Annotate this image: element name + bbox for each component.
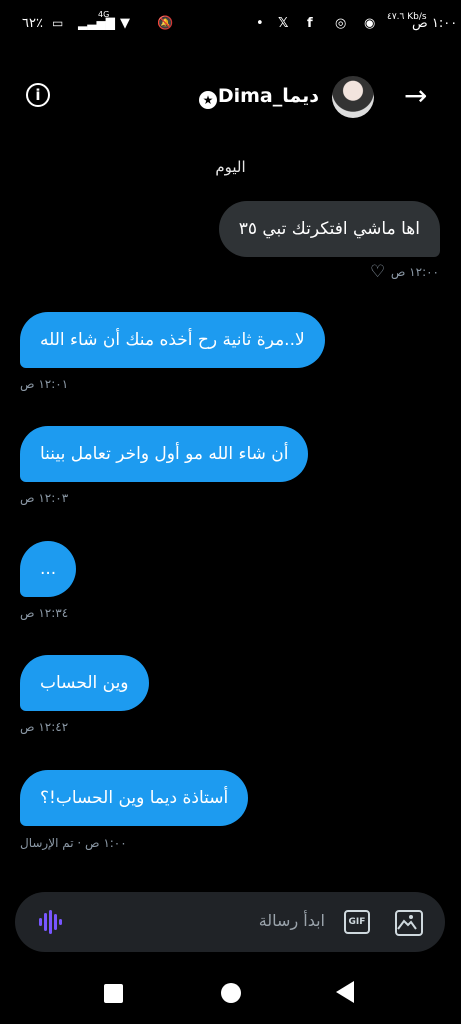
contact-name[interactable]: ديما_Dima — [218, 85, 319, 107]
message-composer[interactable]: ابدأ رسالة GIF — [15, 892, 445, 952]
voice-icon[interactable] — [37, 909, 63, 935]
message-input[interactable]: ابدأ رسالة — [259, 911, 325, 930]
signal-icon: ▂▃▅▇ — [78, 16, 115, 30]
message-time: ١٢:٠١ ص — [20, 377, 69, 391]
battery-icon: ▭ — [52, 16, 64, 30]
received-message[interactable]: ... — [20, 541, 77, 597]
back-arrow-icon[interactable]: → — [404, 79, 427, 112]
x-app-icon: 𝕏 — [278, 16, 289, 31]
network-type: 4G — [98, 10, 110, 19]
avatar[interactable] — [332, 76, 374, 118]
battery-level: ٦٢٪ — [22, 16, 43, 31]
received-message[interactable]: لا..مرة ثانية رح أخذه منك أن شاء الله — [20, 312, 325, 368]
heart-plus-icon[interactable]: ♡ — [370, 262, 385, 282]
app-icon: ◎ — [335, 16, 347, 31]
nav-back-button[interactable] — [336, 981, 354, 1003]
clock: ١:٠٠ ص — [412, 16, 458, 31]
received-message[interactable]: أن شاء الله مو أول واخر تعامل بيننا — [20, 426, 309, 482]
info-icon[interactable]: i — [26, 83, 50, 107]
wifi-icon: ▼ — [120, 16, 130, 31]
mute-icon: 🔕 — [157, 16, 174, 31]
message-time: ١٢:٤٢ ص — [20, 720, 69, 734]
sent-message[interactable]: اها ماشي افتكرتك تبي ٣٥ — [218, 201, 440, 257]
facebook-icon: f — [307, 16, 313, 31]
message-time: ١:٠٠ ص · تم الإرسال — [20, 836, 127, 850]
received-message[interactable]: أستاذة ديما وين الحساب!؟ — [20, 770, 249, 826]
recents-button[interactable] — [104, 984, 123, 1003]
message-time: ١٢:٠٠ ص — [390, 265, 439, 279]
gif-icon[interactable]: GIF — [344, 910, 370, 934]
image-icon[interactable] — [395, 910, 423, 936]
message-time: ١٢:٣٤ ص — [20, 606, 69, 620]
message-time: ١٢:٠٣ ص — [20, 491, 69, 505]
whatsapp-icon: ◉ — [364, 16, 376, 31]
conversation-header: i ★ ديما_Dima → — [0, 70, 461, 126]
day-separator: اليوم — [215, 158, 246, 176]
status-bar: ٦٢٪ ▭ ▂▃▅▇ 4G ▼ 🔕 • 𝕏 f ◎ ◉ ٤٧.٦ Kb/s ١:… — [0, 0, 461, 52]
received-message[interactable]: وين الحساب — [20, 655, 149, 711]
verified-star-icon: ★ — [199, 91, 217, 109]
dot-icon: • — [256, 16, 264, 31]
home-button[interactable] — [221, 983, 241, 1003]
